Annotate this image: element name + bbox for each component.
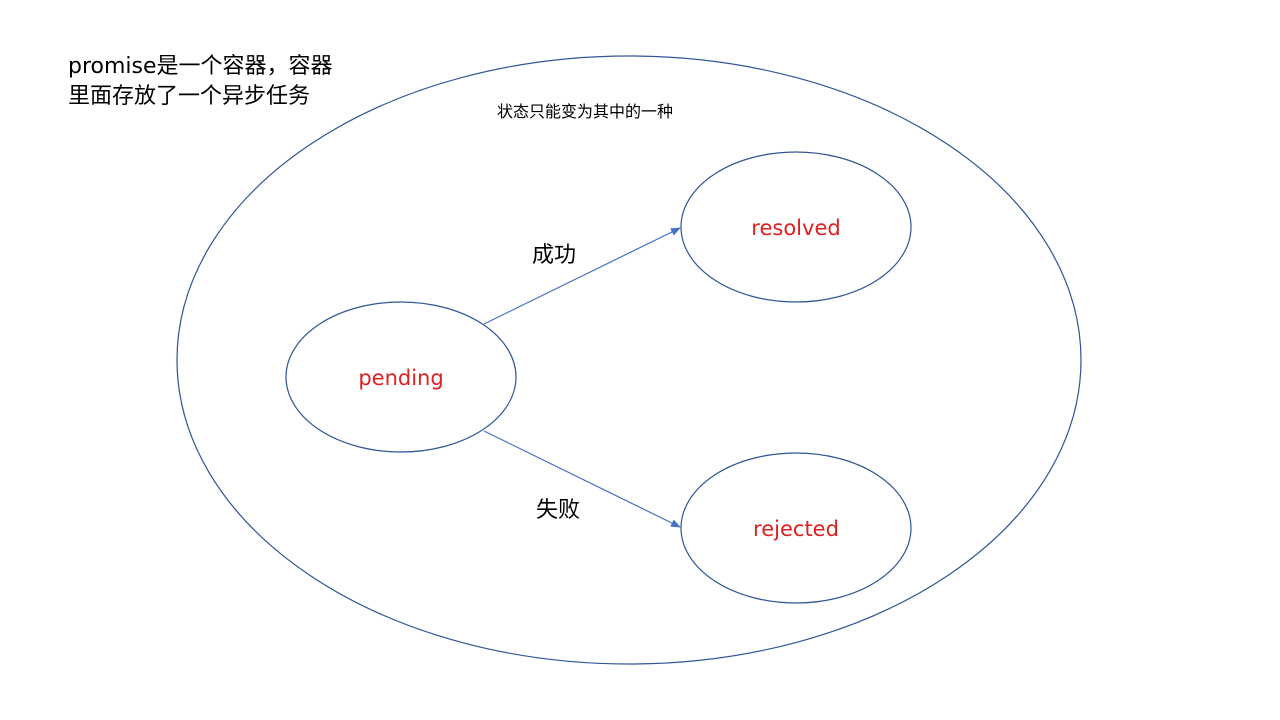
failure-label: 失败: [536, 498, 580, 523]
container-caption: 状态只能变为其中的一种: [497, 102, 673, 121]
rejected-state-label: rejected: [753, 517, 839, 541]
resolved-state-label: resolved: [751, 216, 840, 240]
success-label: 成功: [532, 243, 576, 268]
pending-state-label: pending: [358, 366, 443, 390]
state-diagram: 状态只能变为其中的一种 pending resolved rejected 成功…: [176, 55, 1082, 665]
diagram-canvas: promise是一个容器，容器 里面存放了一个异步任务 状态只能变为其中的一种 …: [0, 0, 1280, 720]
success-arrow: [483, 227, 681, 325]
failure-arrow: [483, 430, 681, 528]
